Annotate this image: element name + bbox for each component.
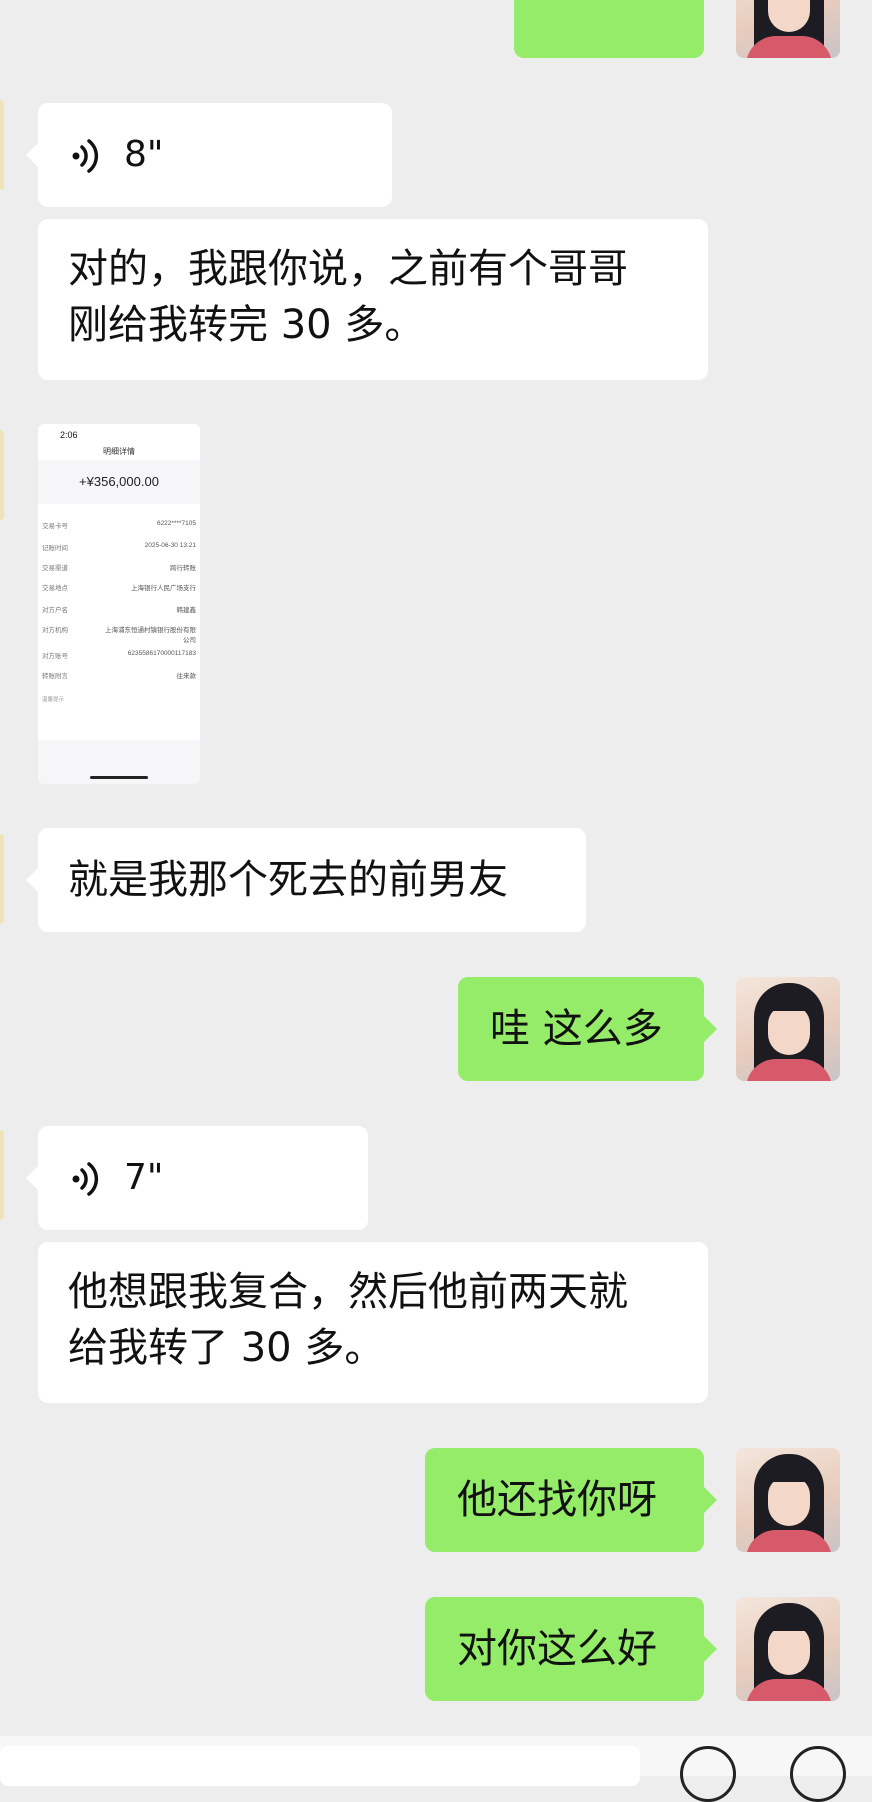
avatar[interactable] (736, 1597, 840, 1701)
receipt-time: 2:06 (60, 430, 78, 440)
partner-avatar-edge (0, 100, 4, 190)
row-key: 对方机构 (42, 627, 68, 634)
receipt-row: 交易地点 上海银行人民广场支行 (42, 582, 196, 596)
row-value: 上海银行人民广场支行 (131, 585, 196, 592)
row-key: 对方户名 (42, 607, 68, 614)
receipt-note: 温馨提示 (42, 697, 65, 703)
row-key: 对方账号 (42, 653, 68, 660)
voice-message[interactable]: 7" (38, 1126, 368, 1230)
partner-avatar-edge (0, 1130, 4, 1220)
bubble-tail (703, 1015, 717, 1043)
receipt-row: 对方账号 6235586170000117183 (42, 650, 196, 664)
avatar[interactable] (736, 977, 840, 1081)
avatar-face (768, 1625, 810, 1675)
message-line: 他还找你呀 (457, 1477, 657, 1523)
voice-wave-icon (72, 1162, 99, 1196)
receipt-row: 对方机构 上海浦东恒通村镇银行股份有限公司 (42, 624, 196, 644)
row-key: 交易地点 (42, 585, 68, 592)
message-line: 对你这么好 (457, 1626, 657, 1672)
emoji-button[interactable] (680, 1746, 736, 1802)
sent-message[interactable]: 哇 这么多 (458, 977, 704, 1081)
avatar-bang (764, 1462, 816, 1482)
sent-message[interactable]: 对你这么好 (425, 1597, 704, 1701)
receipt-title: 明细详情 (103, 447, 135, 456)
row-value: 韩建鑫 (176, 607, 197, 614)
receipt-row: 转账附言 往来款 (42, 670, 196, 684)
partial-sent-bubble[interactable] (514, 0, 704, 58)
message-line: 对的，我跟你说，之前有个哥哥 (68, 246, 628, 292)
voice-duration: 7" (124, 1157, 164, 1198)
text-message[interactable]: 他想跟我复合，然后他前两天就 给我转了 30 多。 (38, 1242, 708, 1403)
message-line: 给我转了 30 多。 (68, 1325, 385, 1371)
receipt-row: 交易渠道 跨行转账 (42, 562, 196, 576)
row-value: 6222****7105 (156, 520, 196, 527)
receipt-amount: +¥356,000.00 (79, 474, 159, 489)
bubble-tail (703, 1635, 717, 1663)
row-value: 跨行转账 (170, 565, 196, 572)
receipt-row: 对方户名 韩建鑫 (42, 604, 196, 618)
avatar[interactable] (736, 1448, 840, 1552)
row-value: 上海浦东恒通村镇银行股份有限公司 (105, 627, 196, 644)
text-message[interactable]: 就是我那个死去的前男友 (38, 828, 586, 932)
row-value: 2025-06-30 13:21 (144, 542, 196, 549)
partner-avatar-edge (0, 430, 4, 520)
avatar-face (768, 1476, 810, 1526)
partner-avatar-edge (0, 834, 4, 924)
bubble-tail (703, 1486, 717, 1514)
avatar-bang (764, 991, 816, 1011)
receipt-row: 交易卡号 6222****7105 (42, 520, 196, 534)
avatar-bang (764, 1611, 816, 1631)
message-line: 就是我那个死去的前男友 (68, 857, 508, 903)
bubble-tail (26, 142, 39, 168)
avatar-face (768, 1005, 810, 1055)
more-button[interactable] (790, 1746, 846, 1802)
voice-wave-icon (72, 139, 99, 173)
input-bar (0, 1736, 872, 1802)
bubble-tail (26, 1165, 39, 1191)
message-line: 他想跟我复合，然后他前两天就 (68, 1269, 628, 1315)
row-key: 交易渠道 (42, 565, 68, 572)
receipt-row: 记账时间 2025-06-30 13:21 (42, 542, 196, 556)
row-value: 6235586170000117183 (127, 650, 196, 657)
image-message-receipt[interactable]: 2:06 明细详情 +¥356,000.00 交易卡号 6222****7105 … (38, 424, 200, 784)
home-indicator (90, 776, 148, 779)
input-field[interactable] (0, 1746, 640, 1786)
message-line: 刚给我转完 30 多。 (68, 302, 425, 348)
bubble-tail (26, 867, 39, 893)
message-line: 哇 这么多 (490, 1006, 663, 1052)
row-value: 往来款 (176, 673, 197, 680)
row-key: 记账时间 (42, 545, 68, 552)
avatar[interactable] (736, 0, 840, 58)
voice-duration: 8" (124, 134, 164, 175)
row-key: 交易卡号 (42, 523, 68, 530)
text-message[interactable]: 对的，我跟你说，之前有个哥哥 刚给我转完 30 多。 (38, 219, 708, 380)
row-key: 转账附言 (42, 673, 68, 680)
voice-message[interactable]: 8" (38, 103, 392, 207)
sent-message[interactable]: 他还找你呀 (425, 1448, 704, 1552)
receipt-details (38, 504, 200, 740)
